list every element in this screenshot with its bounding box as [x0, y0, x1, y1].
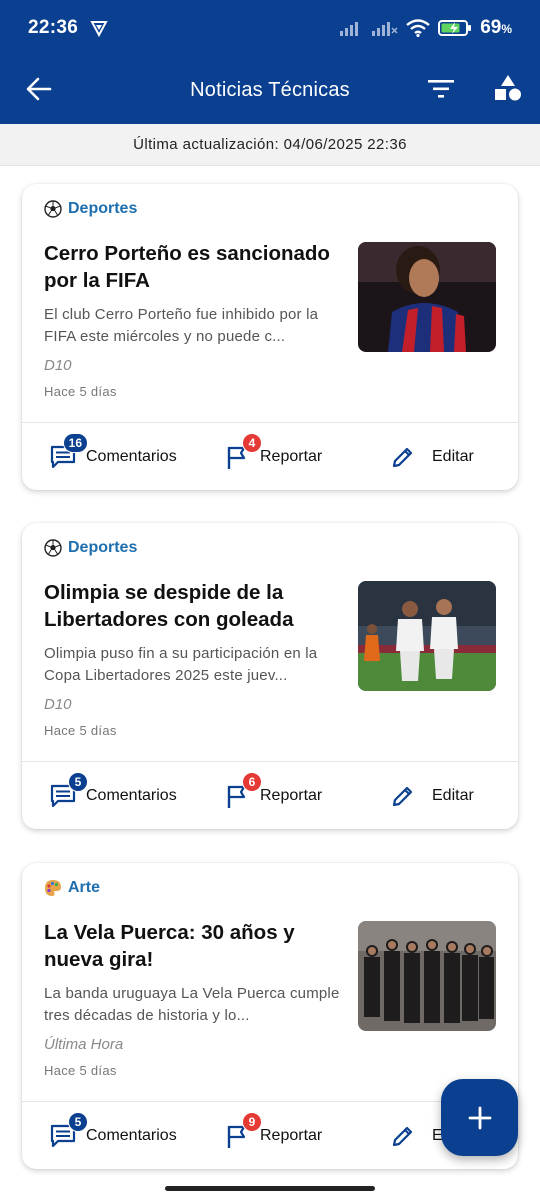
card-actions: 16 Comentarios 4 Reportar Editar [22, 423, 518, 490]
filter-button[interactable] [424, 72, 458, 106]
news-time: Hace 5 días [44, 1063, 117, 1078]
category-button[interactable] [490, 70, 526, 106]
category-row: Deportes [44, 539, 137, 557]
category-label: Arte [68, 879, 101, 896]
news-time: Hace 5 días [44, 384, 117, 399]
edit-button[interactable]: Editar [388, 423, 474, 490]
signal-icon [372, 22, 398, 36]
report-button[interactable]: 4 Reportar [222, 423, 322, 490]
comments-count-badge: 5 [68, 1111, 88, 1132]
news-thumbnail[interactable] [358, 921, 496, 1031]
pencil-icon [392, 447, 413, 467]
category-row: Deportes [44, 200, 137, 218]
news-card[interactable]: Deportes Olimpia se despide de la Libert… [22, 523, 518, 829]
app-bar: Noticias Técnicas [0, 56, 540, 124]
news-title: Olimpia se despide de la Libertadores co… [44, 581, 294, 631]
edit-button[interactable]: Editar [388, 762, 474, 829]
comments-count-badge: 16 [62, 432, 88, 453]
soccer-match-photo [358, 581, 496, 691]
report-label: Reportar [260, 447, 323, 465]
comments-count-badge: 5 [68, 771, 88, 792]
back-button[interactable] [22, 72, 56, 106]
soccer-ball-icon [44, 539, 62, 557]
comments-label: Comentarios [86, 447, 177, 465]
news-source: D10 [44, 357, 72, 374]
category-shapes-icon [495, 75, 521, 101]
add-news-button[interactable] [441, 1079, 518, 1156]
band-group-photo [358, 921, 496, 1031]
report-count-badge: 6 [242, 771, 262, 792]
news-thumbnail[interactable] [358, 581, 496, 691]
pencil-icon [392, 1126, 413, 1146]
wifi-icon [406, 19, 430, 37]
plus-icon [468, 1106, 491, 1129]
soccer-player-photo [358, 242, 496, 352]
filter-icon [428, 80, 454, 98]
report-label: Reportar [260, 1126, 323, 1144]
page-title: Noticias Técnicas [190, 78, 350, 101]
comments-button[interactable]: 5 Comentarios [48, 762, 177, 829]
report-count-badge: 4 [242, 432, 262, 453]
news-card[interactable]: Deportes Cerro Porteño es sancionado por… [22, 184, 518, 490]
battery-percent: 69% [480, 17, 512, 38]
news-summary: Olimpia puso fin a su participación en l… [44, 645, 318, 684]
report-count-badge: 9 [242, 1111, 262, 1132]
comments-button[interactable]: 5 Comentarios [48, 1102, 177, 1169]
news-summary: La banda uruguaya La Vela Puerca cumple … [44, 985, 340, 1024]
news-time: Hace 5 días [44, 723, 117, 738]
last-update-bar: Última actualización: 04/06/2025 22:36 [0, 124, 540, 166]
soccer-ball-icon [44, 200, 62, 218]
news-source: Última Hora [44, 1036, 124, 1053]
status-icons: 69% [340, 17, 512, 39]
edit-label: Editar [432, 447, 474, 465]
news-title: Cerro Porteño es sancionado por la FIFA [44, 242, 330, 292]
category-label: Deportes [68, 539, 138, 556]
arrow-left-icon [26, 77, 52, 101]
card-actions: 5 Comentarios 6 Reportar Editar [22, 762, 518, 829]
comments-button[interactable]: 16 Comentarios [48, 423, 177, 490]
signal-icon [340, 22, 359, 36]
last-update-text: Última actualización: 04/06/2025 22:36 [133, 136, 407, 153]
report-button[interactable]: 9 Reportar [222, 1102, 322, 1169]
news-title: La Vela Puerca: 30 años y nueva gira! [44, 921, 295, 971]
status-time: 22:36 [28, 17, 79, 38]
home-indicator[interactable] [165, 1186, 375, 1191]
news-source: D10 [44, 696, 72, 713]
shield-icon [90, 21, 108, 37]
battery-charging-icon [438, 20, 472, 36]
category-label: Deportes [68, 200, 138, 217]
edit-label: Editar [432, 786, 474, 804]
comments-label: Comentarios [86, 786, 177, 804]
report-button[interactable]: 6 Reportar [222, 762, 322, 829]
status-bar: 22:36 69% [0, 0, 540, 56]
news-summary: El club Cerro Porteño fue inhibido por l… [44, 306, 319, 345]
comments-label: Comentarios [86, 1126, 177, 1144]
pencil-icon [392, 786, 413, 806]
report-label: Reportar [260, 786, 323, 804]
news-thumbnail[interactable] [358, 242, 496, 352]
category-row: Arte [44, 879, 100, 897]
palette-icon [45, 880, 61, 896]
